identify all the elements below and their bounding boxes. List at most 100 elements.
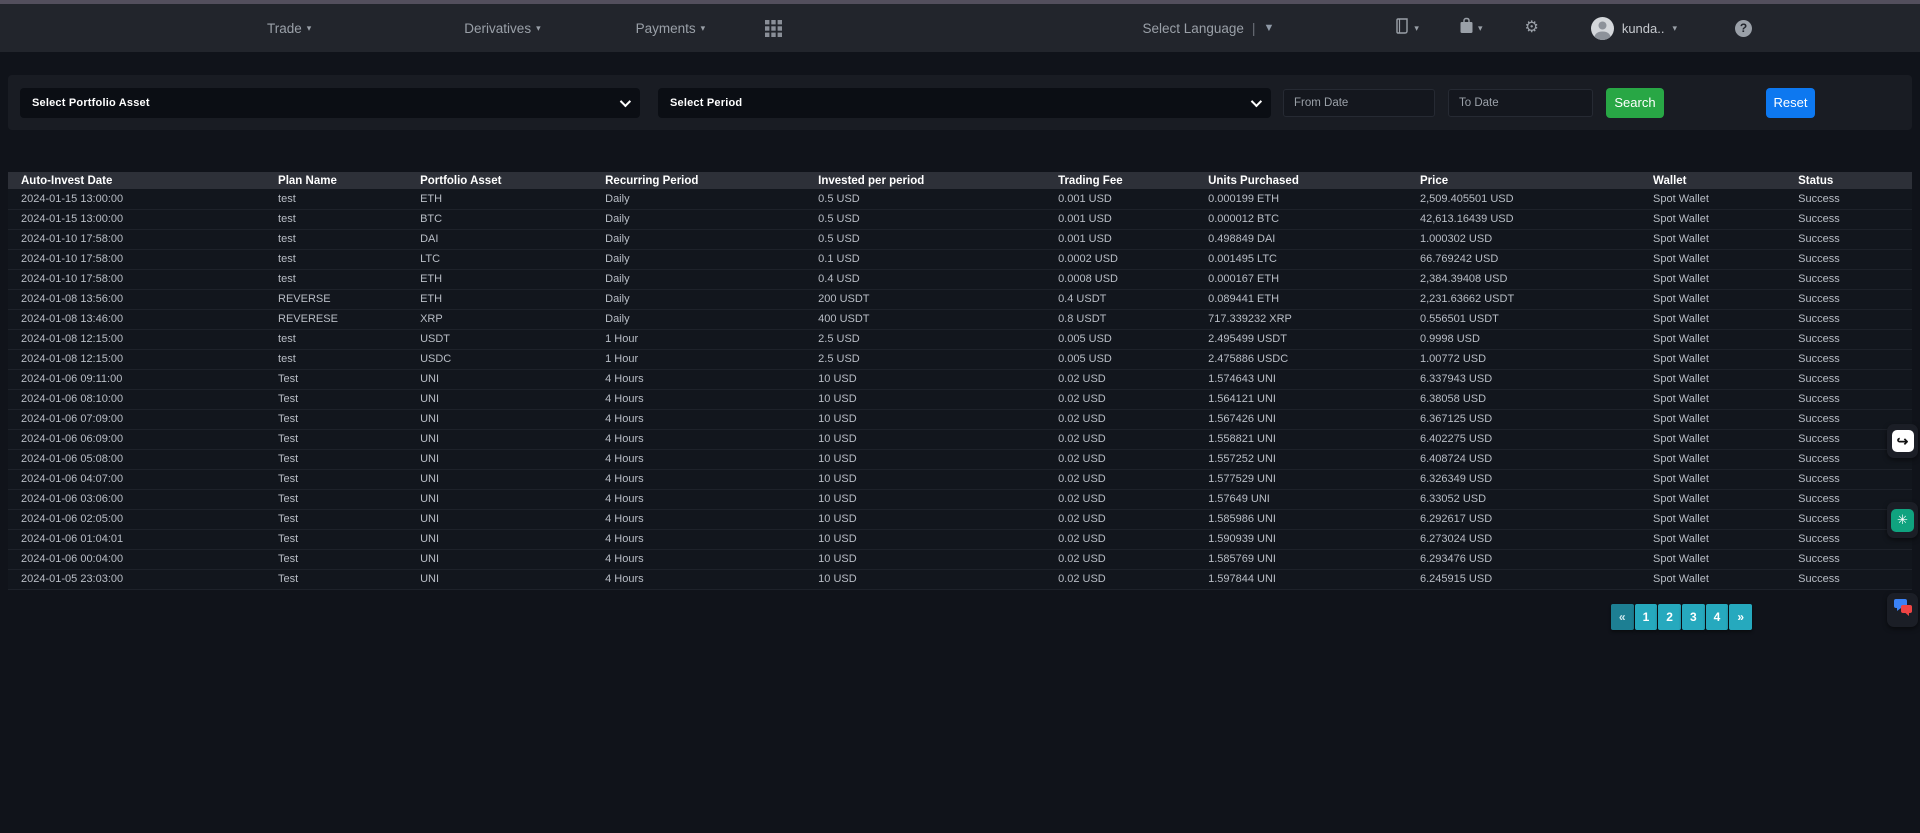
chevron-down-icon	[1251, 95, 1262, 106]
table-cell: 2,509.405501 USD	[1407, 189, 1640, 209]
table-cell: Success	[1785, 349, 1912, 369]
table-cell: Test	[265, 569, 407, 589]
portfolio-asset-select[interactable]: Select Portfolio Asset	[20, 88, 640, 118]
pagination-page-2[interactable]: 2	[1658, 604, 1681, 630]
column-header: Trading Fee	[1045, 172, 1195, 189]
reset-button[interactable]: Reset	[1766, 88, 1815, 118]
search-button[interactable]: Search	[1606, 88, 1664, 118]
table-cell: 0.001495 LTC	[1195, 249, 1407, 269]
table-cell: 2024-01-06 09:11:00	[8, 369, 265, 389]
table-cell: Success	[1785, 569, 1912, 589]
table-cell: Success	[1785, 249, 1912, 269]
table-cell: 10 USD	[805, 449, 1045, 469]
table-cell: 1 Hour	[592, 329, 805, 349]
from-date-input[interactable]	[1283, 89, 1435, 117]
main-nav: Trade ▾ Derivatives ▾ Payments ▾	[267, 20, 782, 37]
table-cell: Spot Wallet	[1640, 449, 1785, 469]
pagination-next-button[interactable]: »	[1729, 604, 1752, 630]
table-cell: UNI	[407, 569, 592, 589]
table-cell: Daily	[592, 209, 805, 229]
chat-widget-button[interactable]	[1887, 593, 1918, 627]
table-row: 2024-01-10 17:58:00testDAIDaily0.5 USD0.…	[8, 229, 1912, 249]
table-row: 2024-01-10 17:58:00testLTCDaily0.1 USD0.…	[8, 249, 1912, 269]
table-cell: 4 Hours	[592, 449, 805, 469]
table-cell: 0.000012 BTC	[1195, 209, 1407, 229]
to-date-input[interactable]	[1448, 89, 1593, 117]
table-row: 2024-01-15 13:00:00testBTCDaily0.5 USD0.…	[8, 209, 1912, 229]
table-cell: REVERESE	[265, 309, 407, 329]
navbar-right-group: Select Language | ▼ ▾ ▾ ⚙	[1143, 4, 1752, 52]
pagination-page-1[interactable]: 1	[1635, 604, 1658, 630]
table-cell: Success	[1785, 309, 1912, 329]
table-cell: 1.577529 UNI	[1195, 469, 1407, 489]
ai-assistant-button[interactable]: ✳	[1887, 502, 1918, 538]
pagination-prev-button[interactable]: «	[1611, 604, 1634, 630]
chevron-down-icon: ▾	[1414, 23, 1419, 34]
pagination-page-4[interactable]: 4	[1706, 604, 1729, 630]
help-icon[interactable]: ?	[1735, 20, 1752, 37]
apps-grid-icon[interactable]	[765, 20, 782, 37]
table-cell: Spot Wallet	[1640, 289, 1785, 309]
table-cell: 6.337943 USD	[1407, 369, 1640, 389]
table-cell: 0.02 USD	[1045, 409, 1195, 429]
table-cell: Daily	[592, 289, 805, 309]
table-row: 2024-01-06 06:09:00TestUNI4 Hours10 USD0…	[8, 429, 1912, 449]
nav-item-trade[interactable]: Trade ▾	[267, 21, 311, 36]
pagination-page-3[interactable]: 3	[1682, 604, 1705, 630]
table-cell: 1.574643 UNI	[1195, 369, 1407, 389]
column-header: Auto-Invest Date	[8, 172, 265, 189]
user-menu[interactable]: kunda.. ▾	[1591, 17, 1677, 40]
table-cell: UNI	[407, 409, 592, 429]
orders-menu-button[interactable]: ▾	[1394, 18, 1419, 39]
chat-bubbles-icon	[1892, 598, 1914, 623]
column-header: Portfolio Asset	[407, 172, 592, 189]
language-selector[interactable]: Select Language | ▼	[1143, 20, 1275, 36]
table-cell: 10 USD	[805, 369, 1045, 389]
table-cell: Spot Wallet	[1640, 549, 1785, 569]
settings-gear-icon[interactable]: ⚙	[1524, 20, 1538, 36]
nav-item-payments[interactable]: Payments ▾	[636, 21, 706, 36]
table-cell: 0.4 USDT	[1045, 289, 1195, 309]
table-cell: Daily	[592, 229, 805, 249]
table-row: 2024-01-06 04:07:00TestUNI4 Hours10 USD0…	[8, 469, 1912, 489]
wallet-menu-button[interactable]: ▾	[1459, 17, 1483, 39]
table-cell: 0.4 USD	[805, 269, 1045, 289]
table-cell: Success	[1785, 209, 1912, 229]
shopping-bag-icon	[1459, 17, 1474, 39]
table-cell: test	[265, 209, 407, 229]
table-cell: 0.02 USD	[1045, 469, 1195, 489]
avatar	[1591, 17, 1614, 40]
table-cell: Test	[265, 469, 407, 489]
username-label: kunda..	[1622, 21, 1665, 36]
table-cell: 66.769242 USD	[1407, 249, 1640, 269]
period-select-value: Select Period	[670, 97, 742, 109]
table-cell: 2024-01-06 05:08:00	[8, 449, 265, 469]
table-cell: 4 Hours	[592, 369, 805, 389]
table-cell: Spot Wallet	[1640, 249, 1785, 269]
chevron-down-icon	[620, 95, 631, 106]
table-cell: 0.02 USD	[1045, 389, 1195, 409]
table-cell: 6.326349 USD	[1407, 469, 1640, 489]
table-cell: 6.402275 USD	[1407, 429, 1640, 449]
table-row: 2024-01-08 12:15:00testUSDC1 Hour2.5 USD…	[8, 349, 1912, 369]
table-cell: 2.495499 USDT	[1195, 329, 1407, 349]
table-cell: Success	[1785, 549, 1912, 569]
table-cell: 10 USD	[805, 489, 1045, 509]
period-select[interactable]: Select Period	[658, 88, 1271, 118]
table-cell: Success	[1785, 389, 1912, 409]
column-header: Wallet	[1640, 172, 1785, 189]
table-cell: 200 USDT	[805, 289, 1045, 309]
table-cell: Spot Wallet	[1640, 269, 1785, 289]
table-cell: 0.0002 USD	[1045, 249, 1195, 269]
chevron-down-icon: ▾	[1478, 23, 1483, 34]
table-cell: UNI	[407, 429, 592, 449]
share-button[interactable]: ↪	[1887, 424, 1918, 458]
table-cell: 10 USD	[805, 549, 1045, 569]
table-cell: 2024-01-10 17:58:00	[8, 269, 265, 289]
table-cell: UNI	[407, 529, 592, 549]
table-row: 2024-01-05 23:03:00TestUNI4 Hours10 USD0…	[8, 569, 1912, 589]
table-cell: ETH	[407, 269, 592, 289]
table-cell: ETH	[407, 289, 592, 309]
nav-item-derivatives[interactable]: Derivatives ▾	[464, 21, 540, 36]
table-cell: REVERSE	[265, 289, 407, 309]
